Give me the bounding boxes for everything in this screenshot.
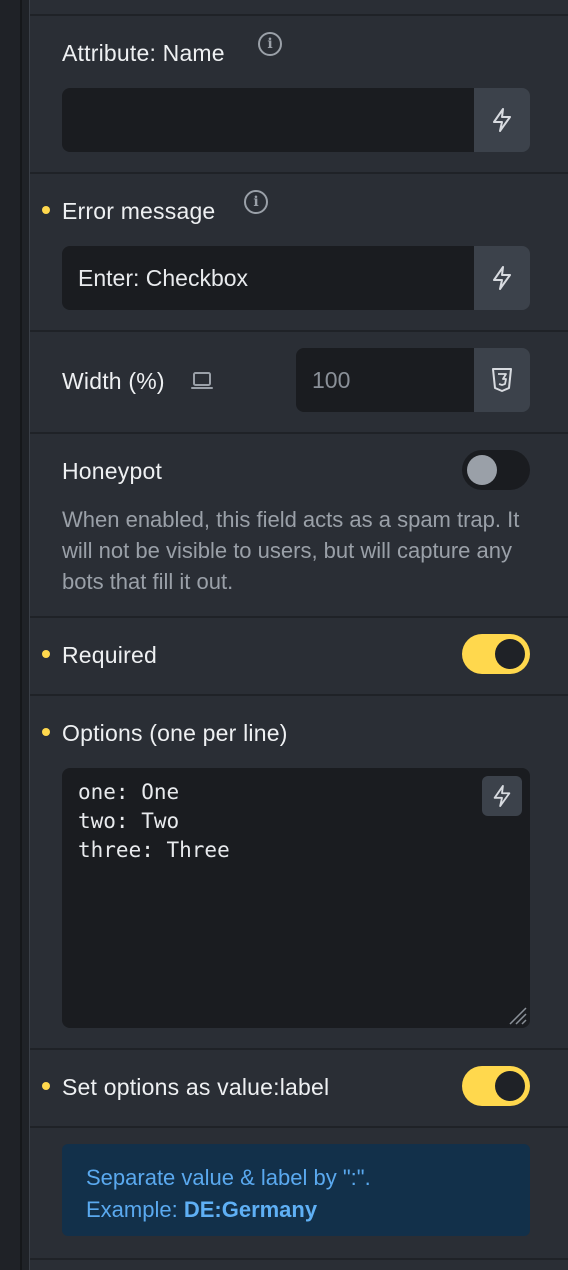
divider — [30, 1048, 568, 1050]
error-message-label: Error message — [62, 198, 216, 224]
toggle-knob — [495, 1071, 525, 1101]
hint-example: DE:Germany — [183, 1197, 318, 1222]
hint-line-2: Example: DE:Germany — [86, 1194, 506, 1226]
css3-icon — [492, 368, 512, 392]
info-icon[interactable]: i — [258, 32, 282, 56]
divider — [30, 432, 568, 434]
resize-handle[interactable] — [506, 1004, 528, 1026]
option-line: two: Two — [78, 809, 180, 833]
toggle-knob — [495, 639, 525, 669]
lightning-icon — [493, 785, 511, 807]
left-rail — [0, 0, 30, 1270]
width-label: Width (%) — [62, 368, 165, 394]
option-line: one: One — [78, 780, 180, 804]
width-input[interactable]: 100 — [296, 348, 474, 412]
value-label-label: Set options as value:label — [62, 1074, 330, 1100]
modified-indicator — [42, 728, 50, 736]
hint-line-1: Separate value & label by ":". — [86, 1165, 371, 1190]
dynamic-data-button[interactable] — [482, 776, 522, 816]
info-icon[interactable]: i — [244, 190, 268, 214]
hint-prefix: Example: — [86, 1197, 184, 1222]
divider — [30, 330, 568, 332]
divider — [30, 1258, 568, 1260]
dynamic-data-button[interactable] — [474, 246, 530, 310]
settings-panel: Attribute: Name i Error message i Enter:… — [30, 0, 568, 1270]
divider — [30, 694, 568, 696]
attribute-name-label: Attribute: Name — [62, 40, 225, 66]
value-label-toggle[interactable] — [462, 1066, 530, 1106]
hint-infobox: Separate value & label by ":". Example: … — [62, 1144, 530, 1236]
css-button[interactable] — [474, 348, 530, 412]
modified-indicator — [42, 1082, 50, 1090]
required-label: Required — [62, 642, 157, 668]
modified-indicator — [42, 206, 50, 214]
honeypot-description: When enabled, this field acts as a spam … — [62, 507, 520, 594]
dynamic-data-button[interactable] — [474, 88, 530, 152]
required-toggle[interactable] — [462, 634, 530, 674]
divider — [30, 172, 568, 174]
lightning-icon — [493, 108, 511, 132]
divider — [30, 14, 568, 16]
attribute-name-input[interactable] — [62, 88, 474, 152]
modified-indicator — [42, 650, 50, 658]
honeypot-toggle[interactable] — [462, 450, 530, 490]
honeypot-label: Honeypot — [62, 458, 163, 484]
options-textarea[interactable]: one: One two: Two three: Three — [62, 768, 530, 1028]
options-label: Options (one per line) — [62, 720, 288, 746]
laptop-icon[interactable] — [190, 370, 214, 397]
lightning-icon — [493, 266, 511, 290]
divider — [30, 616, 568, 618]
option-line: three: Three — [78, 838, 230, 862]
toggle-knob — [467, 455, 497, 485]
divider — [30, 1126, 568, 1128]
error-message-input[interactable]: Enter: Checkbox — [62, 246, 474, 310]
